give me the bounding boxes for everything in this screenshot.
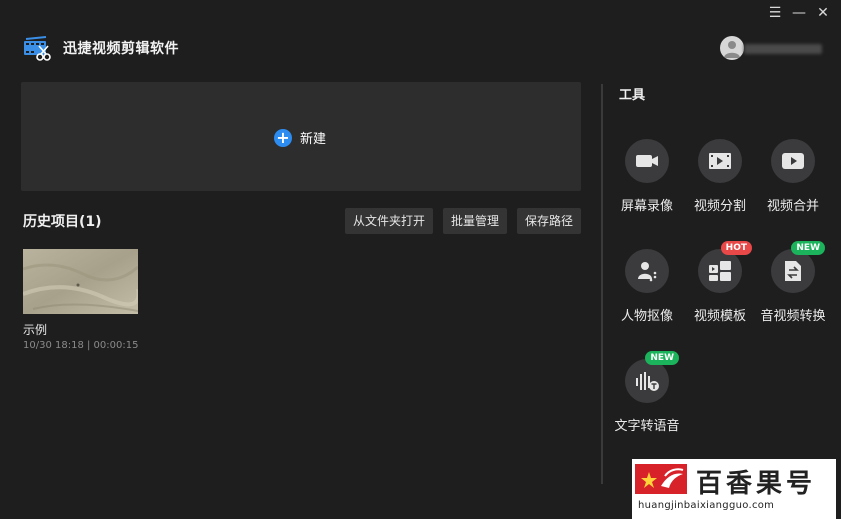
watermark: 百香果号 huangjinbaixiangguo.com bbox=[632, 459, 836, 519]
tool-video-split[interactable]: 视频分割 bbox=[680, 139, 760, 214]
tool-text-to-speech[interactable]: NEW 文字转语音 bbox=[607, 351, 687, 434]
play-icon bbox=[782, 153, 804, 169]
menu-icon[interactable]: ☰ bbox=[767, 5, 783, 21]
new-badge: NEW bbox=[791, 241, 825, 255]
username-blurred bbox=[744, 44, 822, 54]
tool-person-cutout[interactable]: 人物抠像 bbox=[607, 249, 687, 324]
tool-video-merge[interactable]: 视频合并 bbox=[753, 139, 833, 214]
close-icon[interactable]: ✕ bbox=[815, 5, 831, 21]
project-name: 示例 bbox=[23, 323, 48, 337]
tool-label: 视频合并 bbox=[766, 199, 819, 214]
text-to-speech-icon bbox=[636, 372, 659, 391]
batch-manage-button[interactable]: 批量管理 bbox=[443, 208, 508, 234]
open-folder-button[interactable]: 从文件夹打开 bbox=[345, 208, 434, 234]
user-avatar-icon[interactable] bbox=[720, 36, 744, 60]
tools-title: 工具 bbox=[619, 88, 646, 103]
tool-screen-record[interactable]: 屏幕录像 bbox=[607, 139, 687, 214]
tool-label: 人物抠像 bbox=[620, 309, 673, 324]
history-title: 历史项目(1) bbox=[23, 214, 102, 230]
save-path-button[interactable]: 保存路径 bbox=[517, 208, 582, 234]
plus-icon: + bbox=[274, 128, 292, 147]
new-badge: NEW bbox=[645, 351, 679, 365]
tool-label: 音视频转换 bbox=[760, 309, 826, 324]
project-thumbnail[interactable] bbox=[23, 249, 138, 314]
watermark-url: huangjinbaixiangguo.com bbox=[638, 500, 775, 511]
app-title: 迅捷视频剪辑软件 bbox=[63, 41, 179, 57]
tool-label: 屏幕录像 bbox=[620, 199, 673, 214]
watermark-text: 百香果号 bbox=[696, 469, 817, 499]
film-scissors-icon bbox=[24, 36, 51, 61]
person-cutout-icon bbox=[638, 262, 657, 282]
watermark-logo-icon bbox=[635, 464, 687, 494]
tool-label: 视频分割 bbox=[693, 199, 746, 214]
hot-badge: HOT bbox=[720, 241, 752, 255]
project-meta: 10/30 18:18 | 00:00:15 bbox=[23, 340, 139, 351]
tool-label: 文字转语音 bbox=[614, 419, 680, 434]
tool-video-template[interactable]: HOT 视频模板 bbox=[680, 241, 760, 324]
camera-icon bbox=[636, 155, 658, 167]
new-project-area[interactable]: + 新建 bbox=[21, 82, 581, 191]
film-split-icon bbox=[709, 153, 731, 169]
minimize-icon[interactable]: — bbox=[791, 5, 807, 21]
tool-av-convert[interactable]: NEW 音视频转换 bbox=[753, 241, 833, 324]
convert-icon bbox=[785, 261, 801, 281]
template-icon bbox=[709, 261, 731, 281]
tool-label: 视频模板 bbox=[693, 309, 746, 324]
new-project-label: 新建 bbox=[300, 132, 327, 147]
panel-divider bbox=[601, 84, 603, 484]
